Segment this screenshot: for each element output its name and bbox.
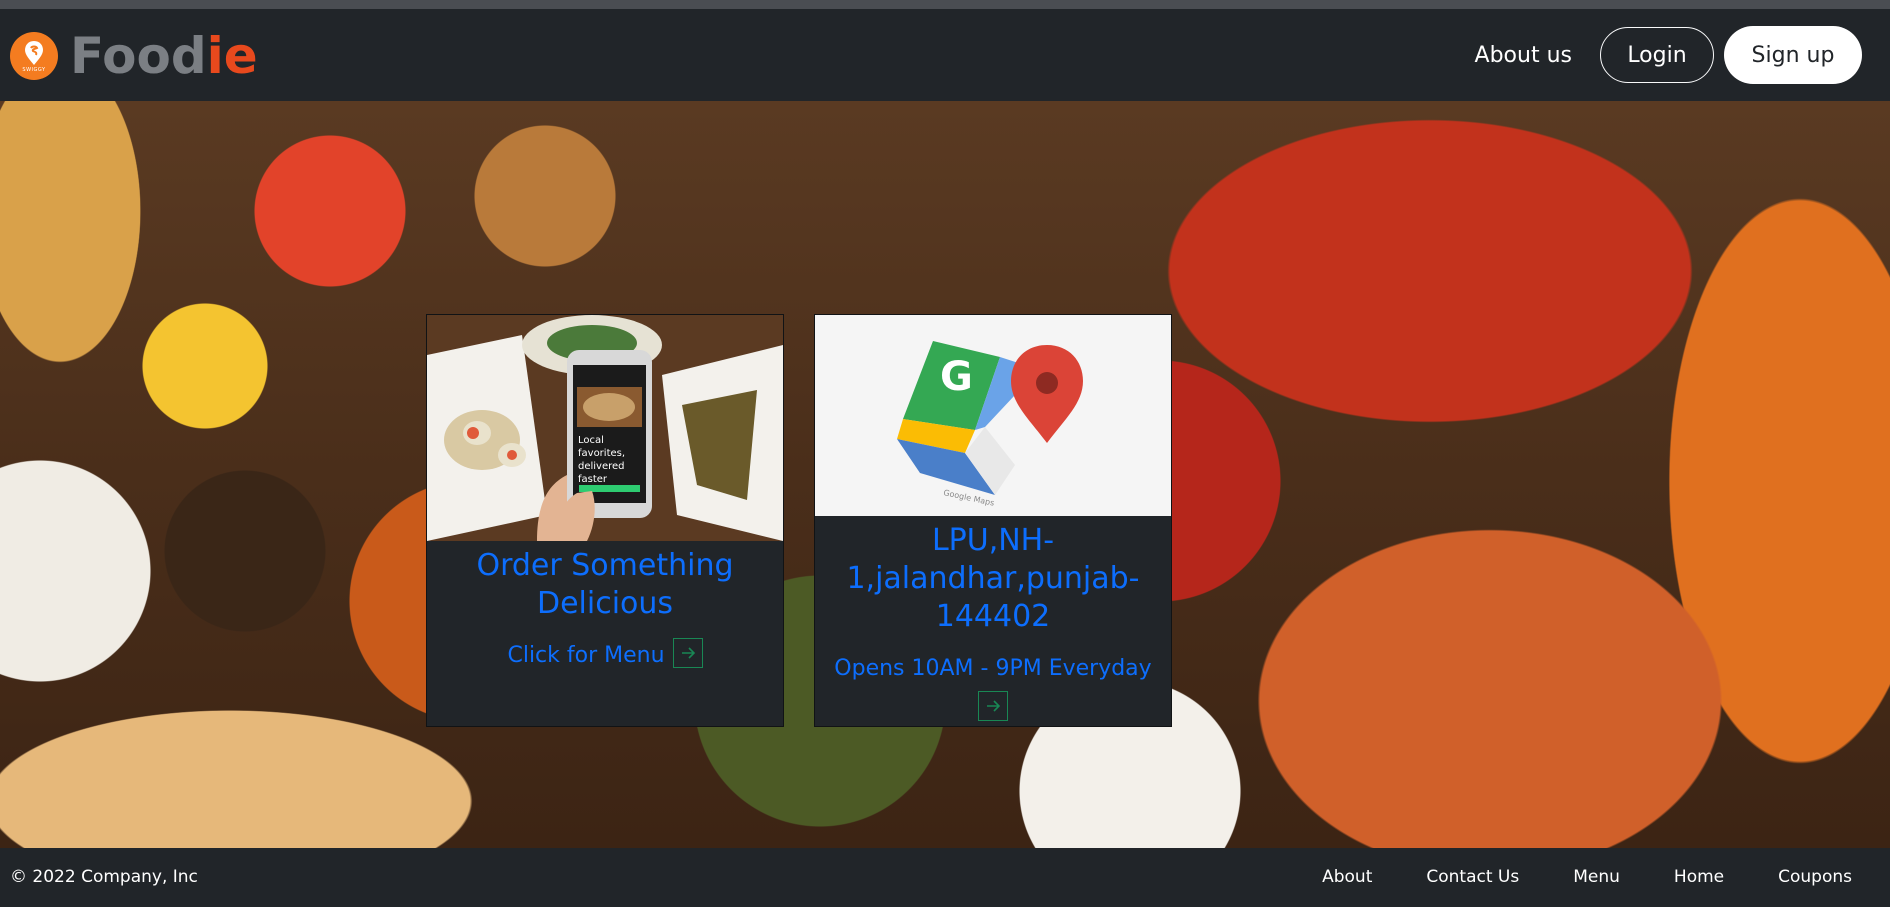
google-maps-icon: G Google Maps (815, 315, 1171, 516)
footer-link-about[interactable]: About (1322, 867, 1372, 887)
click-for-menu-label: Click for Menu (507, 643, 665, 669)
svg-text:faster: faster (578, 474, 608, 485)
opening-hours-text: Opens 10AM - 9PM Everyday (834, 656, 1152, 682)
svg-text:G: G (940, 354, 973, 400)
arrow-right-icon[interactable] (672, 638, 703, 669)
footer-link-home[interactable]: Home (1674, 867, 1724, 887)
order-card: Local favorites, delivered faster Order … (426, 314, 784, 727)
footer-nav: About Contact Us Menu Home Coupons (1268, 867, 1852, 887)
footer-link-contact[interactable]: Contact Us (1426, 867, 1519, 887)
login-button[interactable]: Login (1600, 27, 1714, 83)
signup-button[interactable]: Sign up (1724, 26, 1862, 84)
click-for-menu-link[interactable]: Click for Menu (427, 638, 783, 671)
svg-text:delivered: delivered (578, 461, 625, 472)
footer-link-menu[interactable]: Menu (1573, 867, 1620, 887)
location-card-title: LPU,NH-1,jalandhar,punjab-144402 (846, 523, 1140, 635)
brand-name-part2: ie (206, 27, 258, 85)
nav-actions: About us Login Sign up (1475, 26, 1862, 84)
logo-caption: SWIGGY (22, 66, 46, 73)
svg-text:favorites,: favorites, (578, 448, 625, 459)
phone-food-photo: Local favorites, delivered faster (427, 315, 783, 541)
location-arrow-row (815, 691, 1171, 722)
navbar: SWIGGY Foodie About us Login Sign up (0, 9, 1890, 101)
location-card-image: G Google Maps (815, 315, 1171, 516)
phone-screen-text: Local (578, 435, 604, 446)
location-card: G Google Maps LPU,NH-1,jalandhar,punjab-… (814, 314, 1172, 727)
order-card-image: Local favorites, delivered faster (427, 315, 783, 541)
about-us-link[interactable]: About us (1475, 43, 1572, 68)
copyright-text: © 2022 Company, Inc (10, 867, 198, 887)
order-card-title: Order Something Delicious (476, 548, 734, 622)
footer-link-coupons[interactable]: Coupons (1778, 867, 1852, 887)
arrow-right-icon[interactable] (978, 691, 1008, 722)
hero-food-background: Local favorites, delivered faster Order … (0, 101, 1890, 848)
location-pin-icon (25, 40, 43, 65)
swiggy-logo: SWIGGY (10, 32, 58, 80)
footer: © 2022 Company, Inc About Contact Us Men… (0, 848, 1890, 907)
brand-name: Foodie (70, 31, 258, 81)
brand-logo-link[interactable]: SWIGGY Foodie (10, 31, 258, 81)
brand-name-part1: Food (70, 27, 207, 85)
